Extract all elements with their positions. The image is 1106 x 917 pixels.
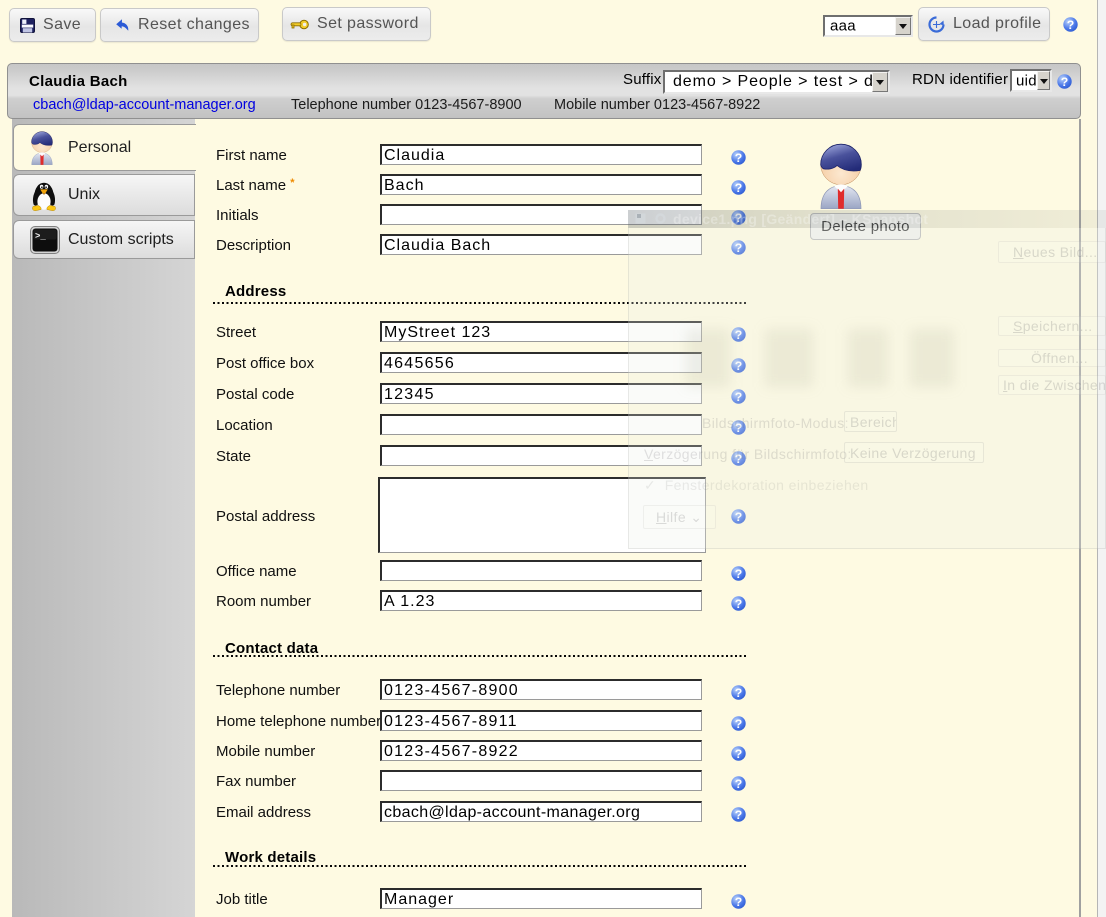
svg-text:?: ?: [1061, 75, 1069, 89]
svg-text:?: ?: [735, 390, 743, 404]
svg-text:?: ?: [735, 452, 743, 466]
svg-text:?: ?: [735, 808, 743, 822]
svg-text:?: ?: [735, 567, 743, 581]
svg-text:?: ?: [735, 597, 743, 611]
svg-text:?: ?: [735, 777, 743, 791]
svg-text:?: ?: [735, 895, 743, 909]
svg-text:>_: >_: [35, 231, 46, 241]
svg-text:?: ?: [735, 151, 743, 165]
svg-text:?: ?: [735, 328, 743, 342]
svg-text:?: ?: [735, 510, 743, 524]
svg-text:?: ?: [735, 421, 743, 435]
svg-text:?: ?: [735, 747, 743, 761]
svg-text:?: ?: [735, 181, 743, 195]
svg-text:?: ?: [735, 359, 743, 373]
svg-text:?: ?: [735, 686, 743, 700]
svg-text:?: ?: [735, 211, 743, 225]
svg-text:?: ?: [1067, 18, 1075, 32]
svg-text:?: ?: [735, 717, 743, 731]
svg-text:?: ?: [735, 241, 743, 255]
